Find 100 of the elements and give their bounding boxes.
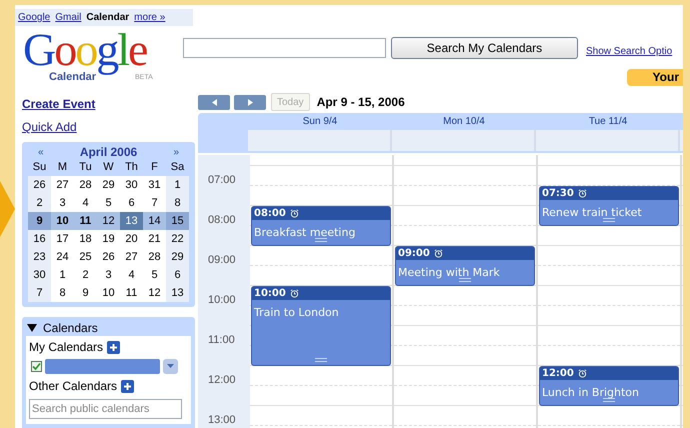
day-cell[interactable]: 28 [143,248,166,266]
day-cell[interactable]: 23 [28,248,51,266]
previous-month-button[interactable]: « [38,144,44,160]
day-cell[interactable]: 29 [97,176,120,194]
quick-add-link[interactable]: Quick Add [22,118,77,136]
day-cell[interactable]: 5 [97,194,120,212]
day-cell[interactable]: 11 [74,212,97,230]
day-cell[interactable]: 18 [74,230,97,248]
resize-handle-icon[interactable] [315,358,327,362]
day-cell[interactable]: 26 [97,248,120,266]
day-cell[interactable]: 12 [143,284,166,302]
day-cell[interactable]: 5 [143,266,166,284]
day-cell[interactable]: 22 [166,230,189,248]
day-cell[interactable]: 17 [51,230,74,248]
day-cell[interactable]: 25 [74,248,97,266]
create-event-link[interactable]: Create Event [22,95,96,113]
day-header[interactable]: Mon 10/4 [443,114,485,128]
add-icon[interactable] [121,380,134,392]
nav-link[interactable]: Calendar [86,10,130,25]
day-cell[interactable]: 13 [166,284,189,302]
day-header[interactable]: Tue 11/4 [588,114,628,128]
resize-handle-icon[interactable] [315,238,327,242]
resize-handle-icon[interactable] [603,218,615,222]
add-icon[interactable] [107,340,120,354]
day-cell[interactable]: 12 [97,212,120,230]
all-day-cell[interactable] [248,130,392,151]
day-cell[interactable]: 24 [51,248,74,266]
resize-handle-icon[interactable] [603,398,615,402]
alarm-clock-icon [578,369,587,378]
day-cell[interactable]: 9 [28,212,51,230]
day-cell[interactable]: 21 [143,230,166,248]
day-cell[interactable]: 3 [51,194,74,212]
next-week-button[interactable] [234,94,266,110]
day-cell[interactable]: 4 [74,194,97,212]
collapse-toggle-icon[interactable] [27,324,37,332]
event-time: 12:00 [542,368,574,378]
day-cell[interactable]: 29 [166,248,189,266]
day-header[interactable]: Sun 9/4 [302,114,338,128]
day-cell[interactable]: 1 [166,176,189,194]
day-cell[interactable]: 4 [120,266,143,284]
day-cell[interactable]: 7 [28,284,51,302]
week-row[interactable]: 30 1 2 3 4 5 6 [28,266,189,284]
day-cell[interactable]: 3 [97,266,120,284]
calendar-checkbox[interactable] [31,360,42,372]
day-cell[interactable]: 1 [51,266,74,284]
day-cell[interactable]: 20 [120,230,143,248]
day-cell[interactable]: 14 [143,212,166,230]
day-cell[interactable]: 30 [120,176,143,194]
day-cell[interactable]: 10 [51,212,74,230]
day-cell[interactable]: 6 [166,266,189,284]
day-cell[interactable]: 13 [120,212,143,230]
day-cell[interactable]: 6 [120,194,143,212]
panel-title: Calendars [43,320,98,337]
event-block[interactable]: 10:00 Train to London [251,286,391,366]
search-options-link[interactable]: Show Search Optio [586,44,672,59]
day-cell[interactable]: 15 [166,212,189,230]
day-cell[interactable]: 8 [166,194,189,212]
day-cell[interactable]: 27 [51,176,74,194]
resize-handle-icon[interactable] [459,278,471,282]
week-row[interactable]: 16 17 18 19 20 21 22 [28,230,189,248]
week-row[interactable]: 26 27 28 29 30 31 1 [28,176,189,194]
event-block[interactable]: 12:00 Lunch in Brighton [539,366,679,406]
week-row[interactable]: 2 3 4 5 6 7 8 [28,194,189,212]
public-calendar-search-field[interactable]: Search public calendars [29,399,182,419]
section-label: Other Calendars [29,378,118,395]
logo-subtitle: Calendar [49,70,96,85]
all-day-cell[interactable] [536,130,680,151]
event-block[interactable]: 07:30 Renew train ticket [539,186,679,226]
day-cell[interactable]: 7 [143,194,166,212]
day-cell[interactable]: 9 [74,284,97,302]
weekday-label: Sa [170,160,186,176]
event-block[interactable]: 09:00 Meeting with Mark [395,246,535,286]
search-field[interactable] [183,38,386,58]
month-title: April 2006 [80,144,138,161]
nav-link[interactable]: Google [18,10,50,25]
day-cell[interactable]: 2 [74,266,97,284]
next-month-button[interactable]: » [173,144,179,160]
day-cell[interactable]: 8 [51,284,74,302]
day-cell[interactable]: 11 [120,284,143,302]
day-cell[interactable]: 19 [97,230,120,248]
day-cell[interactable]: 27 [120,248,143,266]
day-cell[interactable]: 31 [143,176,166,194]
day-cell[interactable]: 10 [97,284,120,302]
week-row[interactable]: 7 8 9 10 11 12 13 [28,284,189,302]
event-block[interactable]: 08:00 Breakfast meeting [251,206,391,246]
day-cell[interactable]: 28 [74,176,97,194]
day-cell[interactable]: 16 [28,230,51,248]
day-cell[interactable]: 2 [28,194,51,212]
nav-link[interactable]: Gmail [55,10,82,25]
all-day-cell[interactable] [392,130,536,151]
day-cell[interactable]: 26 [28,176,51,194]
dropdown-button[interactable] [163,358,178,374]
nav-link[interactable]: more » [134,10,166,25]
day-cell[interactable]: 30 [28,266,51,284]
search-button[interactable]: Search My Calendars [391,37,578,59]
week-row[interactable]: 9 10 11 12 13 14 15 [28,212,189,230]
event-time: 07:30 [542,188,574,198]
previous-week-button[interactable] [198,94,230,110]
week-row[interactable]: 23 24 25 26 27 28 29 [28,248,189,266]
calendar-name-bar[interactable] [45,358,160,374]
